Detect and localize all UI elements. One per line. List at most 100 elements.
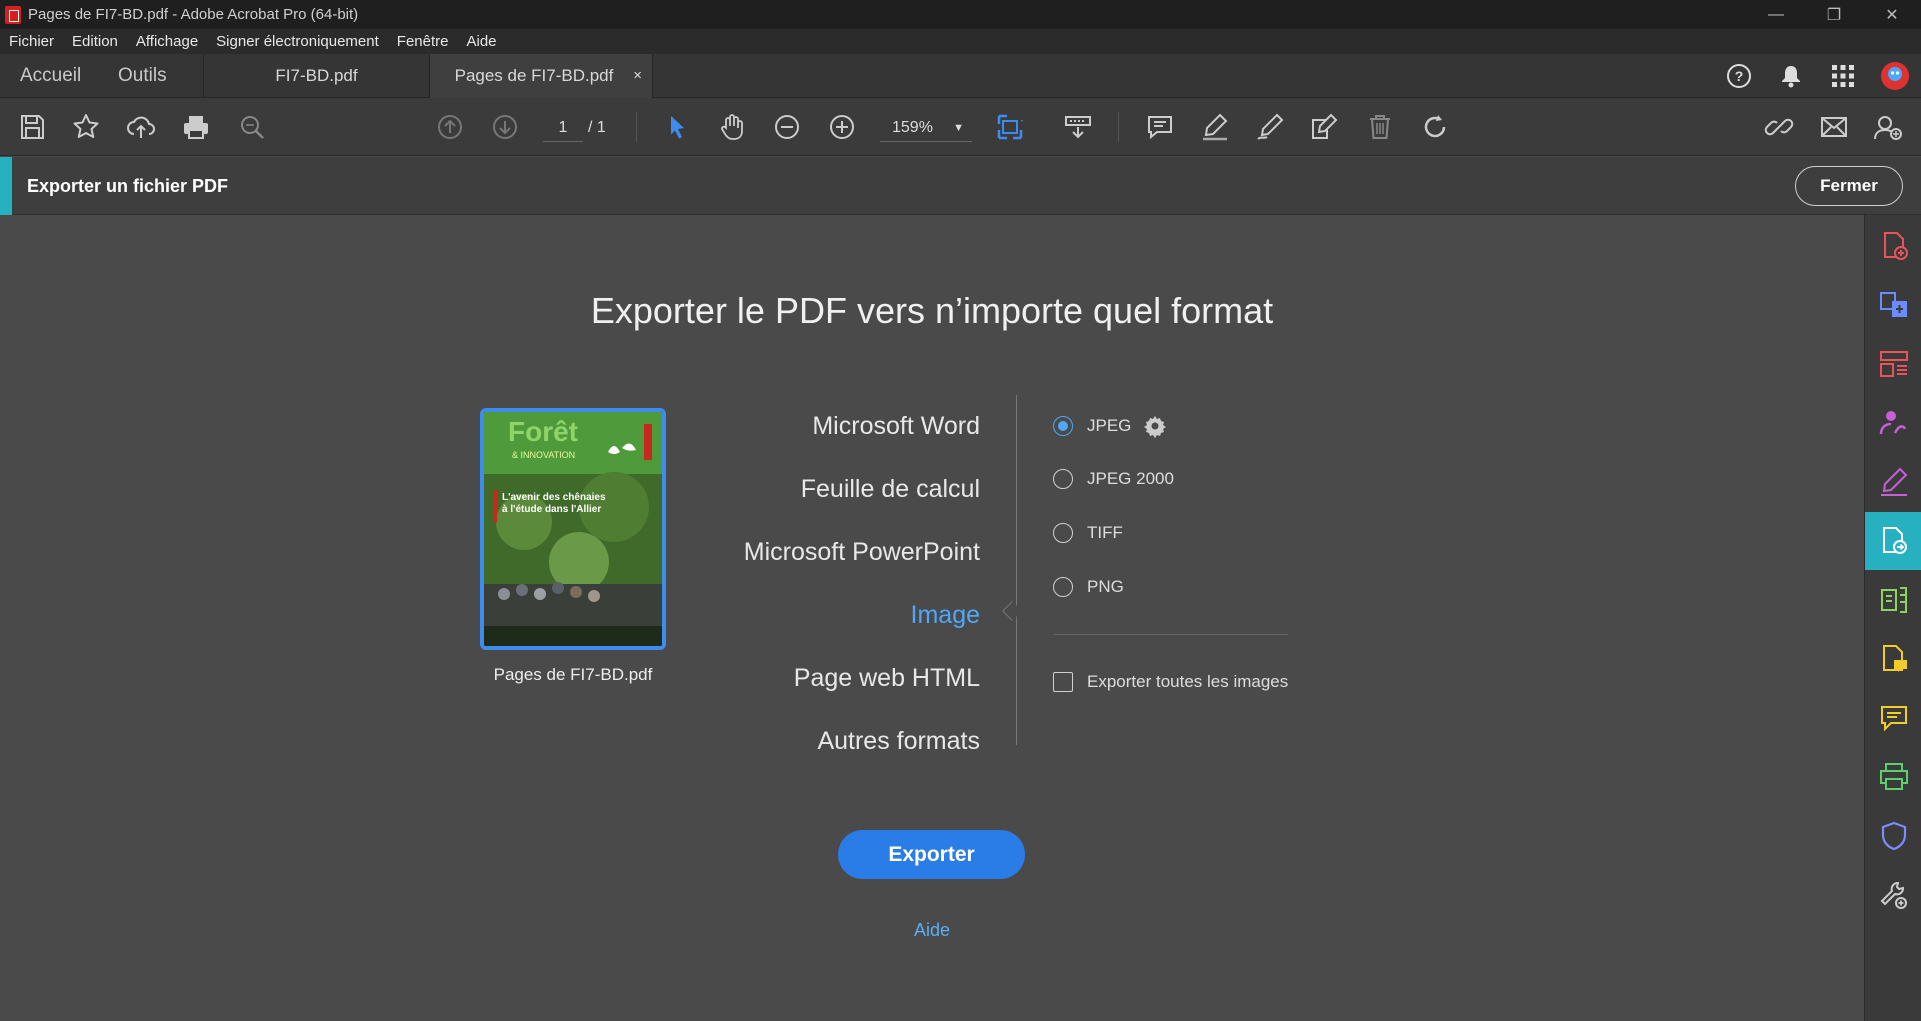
restore-icon[interactable]: ❐ [1805,0,1863,29]
format-divider [1016,395,1017,745]
export-tool-header: Exporter un fichier PDF Fermer [0,157,1921,215]
format-other[interactable]: Autres formats [817,727,980,756]
fill-sign-icon[interactable] [1865,453,1921,511]
tab-label: Pages de FI7-BD.pdf [454,66,614,85]
close-tool-button[interactable]: Fermer [1795,166,1903,206]
organize-pages-icon[interactable] [1865,335,1921,393]
draw-icon[interactable] [1250,107,1290,147]
combine-files-icon[interactable] [1865,276,1921,334]
menu-signer[interactable]: Signer électroniquement [216,33,379,50]
share-link-icon[interactable] [1759,107,1799,147]
edit-pdf-icon[interactable] [1865,571,1921,629]
menu-aide[interactable]: Aide [466,33,496,50]
toolbar-divider [636,112,637,142]
comment-icon[interactable] [1140,107,1180,147]
zoom-in-icon[interactable] [822,107,862,147]
select-cursor-icon[interactable] [657,107,697,147]
hand-icon[interactable] [712,107,752,147]
png-label: PNG [1087,577,1124,596]
tool-title: Exporter un fichier PDF [27,176,229,196]
fit-page-icon[interactable] [990,107,1030,147]
main-toolbar: 1 / 1 159% ▼ [0,98,1921,156]
toolbar-divider [1118,112,1119,142]
thumbnail-caption: Pages de FI7-BD.pdf [493,665,653,684]
minimize-icon[interactable]: — [1747,0,1805,29]
export-all-images-checkbox[interactable] [1053,672,1073,692]
option-jpeg-2000[interactable]: JPEG 2000 [1053,469,1174,489]
active-format-pointer [1002,601,1022,621]
png-radio[interactable] [1053,577,1073,597]
close-icon[interactable]: ✕ [1863,0,1921,29]
email-icon[interactable] [1814,107,1854,147]
menu-fenetre[interactable]: Fenêtre [397,33,449,50]
next-page-icon[interactable] [485,107,525,147]
bookmark-star-icon[interactable] [66,107,106,147]
request-signatures-icon[interactable] [1865,394,1921,452]
create-pdf-icon[interactable] [1865,217,1921,275]
menu-affichage[interactable]: Affichage [136,33,198,50]
menu-bar: Fichier Edition Affichage Signer électro… [0,29,1921,54]
format-spreadsheet[interactable]: Feuille de calcul [801,475,980,504]
delete-icon[interactable] [1360,107,1400,147]
option-jpeg[interactable]: JPEG [1053,414,1167,438]
page-title: Exporter le PDF vers n’importe quel form… [590,290,1274,331]
option-png[interactable]: PNG [1053,577,1124,597]
export-button[interactable]: Exporter [838,830,1025,879]
zoom-out-icon[interactable] [767,107,807,147]
menu-fichier[interactable]: Fichier [9,33,54,50]
format-image[interactable]: Image [911,601,980,630]
title-bar: Pages de FI7-BD.pdf - Adobe Acrobat Pro … [0,0,1921,29]
tool-accent [0,157,12,215]
settings-gear-icon[interactable] [1143,414,1167,438]
tiff-radio[interactable] [1053,523,1073,543]
share-user-icon[interactable] [1867,107,1907,147]
upload-cloud-icon[interactable] [121,107,161,147]
export-all-images-label: Exporter toutes les images [1087,672,1289,691]
apps-grid-icon[interactable] [1817,54,1869,98]
export-pdf-icon[interactable] [1865,512,1921,570]
tab-document-pages-de-fi7-bd[interactable]: Pages de FI7-BD.pdf × [430,54,652,98]
chevron-down-icon: ▼ [953,122,964,134]
menu-edition[interactable]: Edition [72,33,118,50]
format-html[interactable]: Page web HTML [794,664,980,693]
tools-sidebar [1864,215,1921,1021]
more-tools-icon[interactable] [1865,866,1921,924]
zoom-level-select[interactable]: 159% ▼ [880,114,972,142]
tab-divider [652,54,653,98]
tab-label: FI7-BD.pdf [275,66,358,85]
format-powerpoint[interactable]: Microsoft PowerPoint [744,538,980,567]
option-tiff[interactable]: TIFF [1053,523,1123,543]
edit-icon[interactable] [1304,107,1344,147]
help-link: Aide [0,920,1864,941]
previous-page-icon[interactable] [430,107,470,147]
tab-accueil[interactable]: Accueil [20,54,81,98]
comment-tool-icon[interactable] [1865,689,1921,747]
window-controls: — ❐ ✕ [1747,0,1921,29]
user-avatar-icon[interactable] [1869,54,1921,98]
tab-document-fi7-bd[interactable]: FI7-BD.pdf [204,54,429,98]
help-icon[interactable]: ? [1713,54,1765,98]
jpeg2000-label: JPEG 2000 [1087,469,1174,488]
page-total: / 1 [588,119,606,136]
thumbnail-masthead: Forêt [508,416,578,447]
notifications-bell-icon[interactable] [1765,54,1817,98]
export-all-images-option[interactable]: Exporter toutes les images [1053,672,1288,692]
jpeg-radio[interactable] [1053,416,1073,436]
jpeg2000-radio[interactable] [1053,469,1073,489]
zoom-search-icon[interactable] [232,107,272,147]
scroll-mode-icon[interactable] [1058,107,1098,147]
rotate-icon[interactable] [1415,107,1455,147]
document-thumbnail[interactable]: Forêt & INNOVATION L'avenir des chênaies… [480,408,666,650]
save-icon[interactable] [12,107,52,147]
page-number-input[interactable]: 1 [543,114,583,142]
protect-shield-icon[interactable] [1865,807,1921,865]
format-microsoft-word[interactable]: Microsoft Word [812,412,980,441]
highlight-icon[interactable] [1195,107,1235,147]
help-link-text[interactable]: Aide [914,920,950,940]
tiff-label: TIFF [1087,523,1123,542]
print-icon[interactable] [176,107,216,147]
send-for-comments-icon[interactable] [1865,630,1921,688]
print-production-icon[interactable] [1865,748,1921,806]
tab-close-icon[interactable]: × [633,54,642,98]
tab-outils[interactable]: Outils [118,54,167,98]
